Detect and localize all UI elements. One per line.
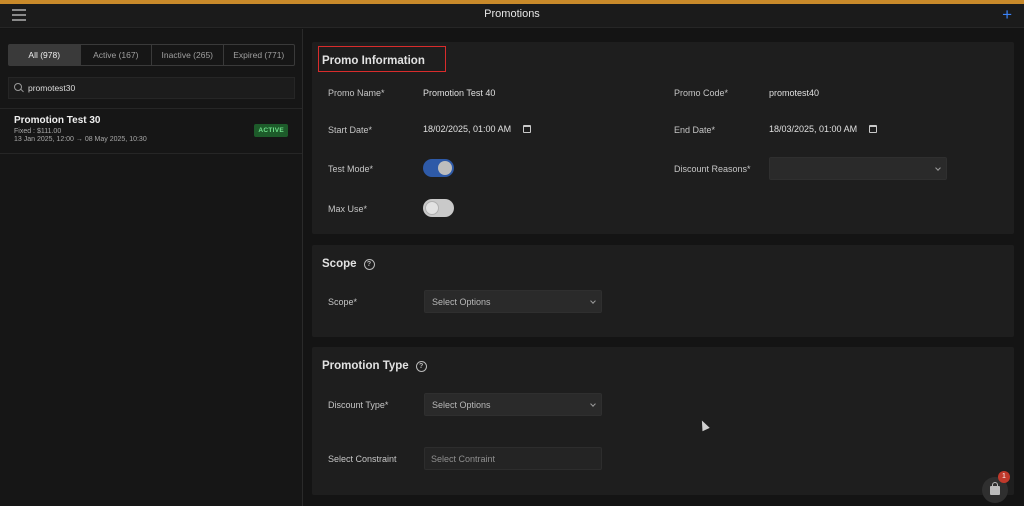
filter-tab-all[interactable]: All (978) — [9, 45, 81, 65]
promotion-dates: 13 Jan 2025, 12:00 → 08 May 2025, 10:30 — [14, 136, 147, 143]
promotion-name: Promotion Test 30 — [14, 115, 101, 126]
promotion-type-title-text: Promotion Type — [322, 360, 409, 372]
help-icon[interactable]: ? — [363, 259, 375, 270]
discount-reasons-label: Discount Reasons* — [674, 164, 751, 174]
max-use-label: Max Use* — [328, 204, 368, 214]
end-date-label: End Date* — [674, 125, 716, 135]
promo-name-label: Promo Name* — [328, 88, 385, 98]
max-use-toggle[interactable] — [423, 199, 454, 217]
filter-tab-active[interactable]: Active (167) — [81, 45, 152, 65]
end-date-field[interactable]: 18/03/2025, 01:00 AM — [769, 124, 878, 134]
app-header: Promotions + — [0, 4, 1024, 28]
scope-label: Scope* — [328, 297, 358, 307]
select-constraint-label: Select Constraint — [328, 454, 397, 464]
promo-code-label: Promo Code* — [674, 88, 729, 98]
chevron-down-icon — [935, 165, 941, 171]
start-date-field[interactable]: 18/02/2025, 01:00 AM — [423, 124, 532, 134]
promotion-type-card: Promotion Type? Discount Type* Select Op… — [312, 347, 1014, 495]
filter-tabs: All (978) Active (167) Inactive (265) Ex… — [8, 44, 295, 66]
page-title: Promotions — [484, 8, 540, 20]
shopping-bag-icon — [990, 482, 1000, 495]
discount-reasons-select[interactable] — [769, 157, 947, 180]
promotions-sidebar: All (978) Active (167) Inactive (265) Ex… — [0, 29, 303, 506]
status-badge: ACTIVE — [254, 124, 288, 137]
start-date-value: 18/02/2025, 01:00 AM — [423, 124, 512, 134]
end-date-value: 18/03/2025, 01:00 AM — [769, 124, 858, 134]
start-date-label: Start Date* — [328, 125, 373, 135]
scope-select[interactable]: Select Options — [424, 290, 602, 313]
cart-count-badge: 1 — [998, 471, 1010, 483]
calendar-icon[interactable] — [523, 125, 532, 133]
promo-code-field[interactable]: promotest40 — [769, 88, 819, 98]
scope-title: Scope? — [322, 258, 375, 270]
chevron-down-icon — [590, 298, 596, 304]
promo-information-title: Promo Information — [322, 55, 425, 67]
add-promotion-icon[interactable]: + — [1002, 5, 1012, 25]
promotion-list-item[interactable]: Promotion Test 30 Fixed : $111.00 13 Jan… — [0, 108, 302, 154]
calendar-icon[interactable] — [869, 125, 878, 133]
search-input[interactable] — [28, 83, 288, 93]
scope-value: Select Options — [432, 296, 491, 307]
help-icon[interactable]: ? — [415, 361, 427, 372]
chevron-down-icon — [590, 401, 596, 407]
filter-tab-expired[interactable]: Expired (771) — [224, 45, 295, 65]
scope-card: Scope? Scope* Select Options — [312, 245, 1014, 337]
test-mode-toggle[interactable] — [423, 159, 454, 177]
search-box — [8, 77, 295, 99]
scope-title-text: Scope — [322, 258, 357, 270]
discount-type-select[interactable]: Select Options — [424, 393, 602, 416]
search-icon — [12, 82, 26, 94]
promotion-type-line: Fixed : $111.00 — [14, 128, 62, 135]
promo-name-field[interactable]: Promotion Test 40 — [423, 88, 495, 98]
promo-information-card: Promo Information Promo Name* Promotion … — [312, 42, 1014, 234]
discount-type-label: Discount Type* — [328, 400, 389, 410]
constraint-input[interactable] — [424, 447, 602, 470]
promotion-type-title: Promotion Type? — [322, 360, 427, 372]
test-mode-label: Test Mode* — [328, 164, 374, 174]
promotion-form: Promo Information Promo Name* Promotion … — [304, 29, 1024, 506]
filter-tab-inactive[interactable]: Inactive (265) — [152, 45, 224, 65]
discount-type-value: Select Options — [432, 399, 491, 410]
